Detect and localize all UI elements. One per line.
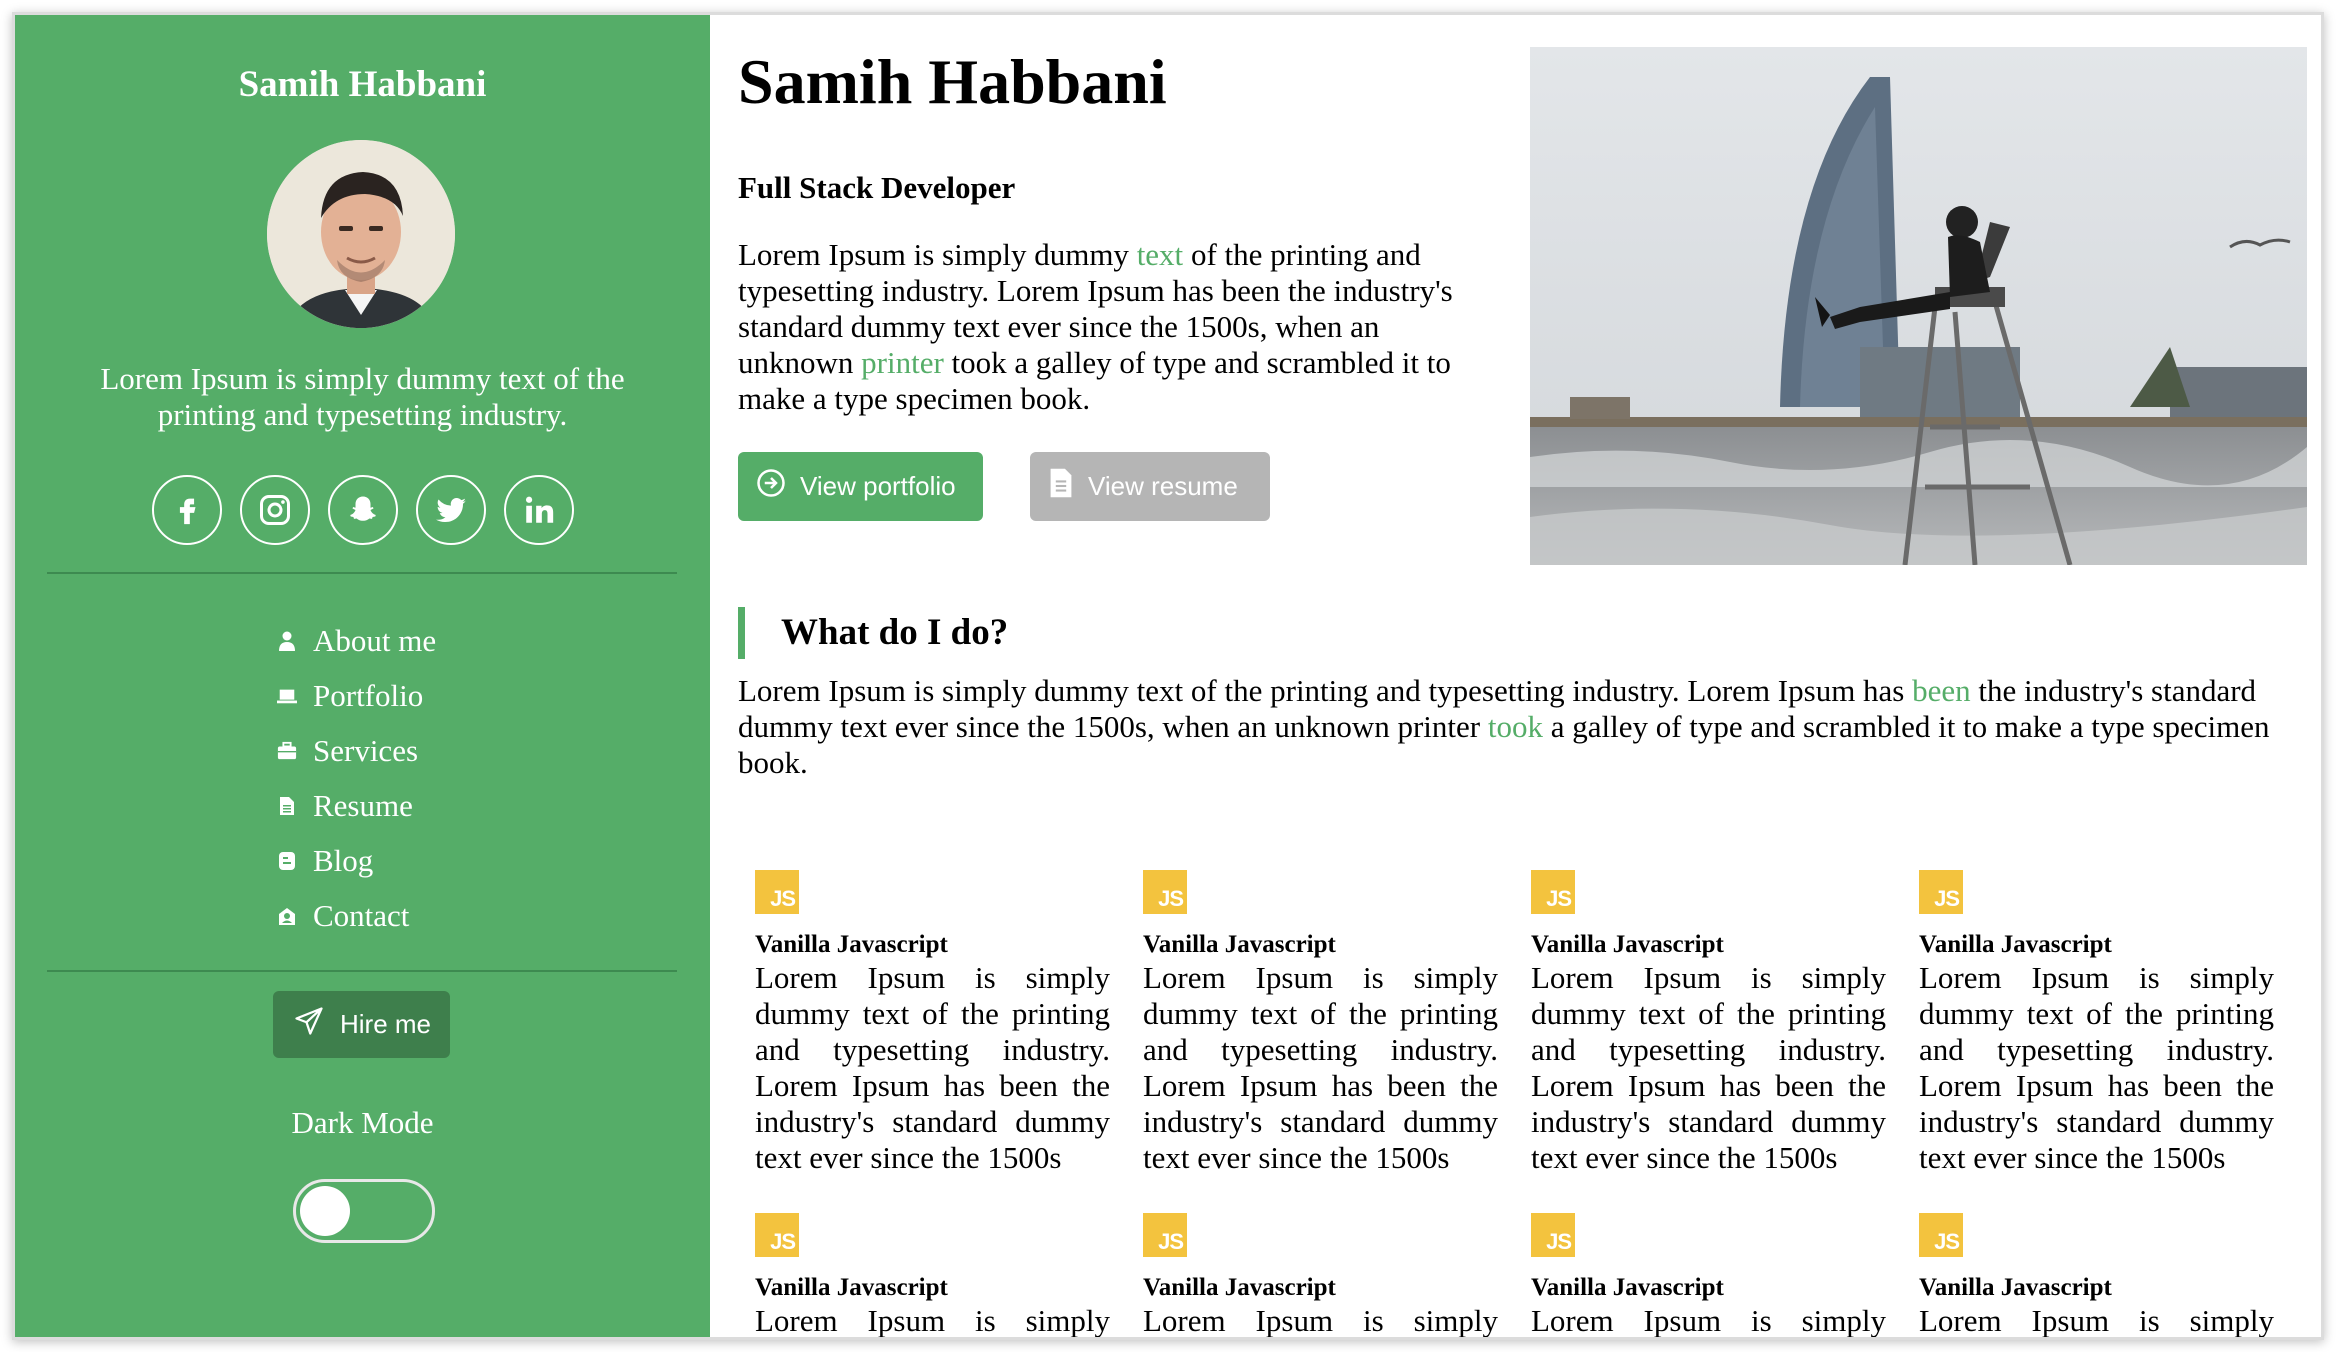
card-text: Lorem Ipsum is simply dummy text of the … — [755, 960, 1110, 1175]
skill-card: JS Vanilla Javascript Lorem Ipsum is sim… — [755, 870, 1110, 1176]
section-link-been[interactable]: been — [1912, 673, 1971, 708]
card-text: Lorem Ipsum is simply dummy text of the … — [1531, 960, 1886, 1175]
blog-icon — [277, 850, 297, 872]
page-title: Samih Habbani — [738, 46, 1167, 117]
skill-card: JS Vanilla Javascript Lorem Ipsum is sim… — [1919, 1213, 2274, 1338]
hero-photo — [1530, 47, 2307, 565]
card-text: Lorem Ipsum is simply — [755, 1303, 1110, 1338]
card-title: Vanilla Javascript — [1143, 931, 1336, 958]
sidebar-divider — [47, 572, 677, 574]
nav-label: Contact — [313, 897, 410, 933]
dark-mode-label: Dark Mode — [291, 1105, 434, 1140]
document-icon — [1048, 467, 1074, 506]
instagram-icon[interactable] — [239, 475, 310, 545]
linkedin-icon[interactable] — [503, 475, 574, 545]
nav-label: Blog — [313, 842, 374, 878]
javascript-icon: JS — [1531, 1213, 1575, 1257]
badge-text: JS — [1158, 1229, 1184, 1254]
intro-paragraph: Lorem Ipsum is simply dummy text of the … — [738, 237, 1498, 417]
intro-text: Lorem Ipsum is simply dummy — [738, 237, 1137, 272]
file-icon — [277, 795, 297, 817]
card-text: Lorem Ipsum is simply dummy text of the … — [1919, 960, 2274, 1175]
sidebar: Samih Habbani Lorem Ipsum is simply dumm… — [15, 15, 710, 1337]
javascript-icon: JS — [1143, 1213, 1187, 1257]
intro-link-printer[interactable]: printer — [861, 345, 944, 380]
badge-text: JS — [1158, 886, 1184, 911]
javascript-icon: JS — [1919, 870, 1963, 914]
skill-card: JS Vanilla Javascript Lorem Ipsum is sim… — [1531, 870, 1886, 1176]
badge-text: JS — [1546, 1229, 1572, 1254]
sidebar-divider — [47, 970, 677, 972]
javascript-icon: JS — [1531, 870, 1575, 914]
intro-link-text[interactable]: text — [1137, 237, 1184, 272]
sidebar-tagline: Lorem Ipsum is simply dummy text of the … — [100, 361, 625, 432]
javascript-icon: JS — [1143, 870, 1187, 914]
card-title: Vanilla Javascript — [1919, 931, 2112, 958]
section-heading: What do I do? — [738, 607, 1008, 659]
nav-item-services[interactable]: Services — [277, 723, 436, 778]
card-text: Lorem Ipsum is simply — [1143, 1303, 1498, 1338]
skill-card: JS Vanilla Javascript Lorem Ipsum is sim… — [1143, 1213, 1498, 1338]
card-title: Vanilla Javascript — [1531, 1274, 1724, 1301]
job-role: Full Stack Developer — [738, 170, 1016, 205]
card-title: Vanilla Javascript — [755, 931, 948, 958]
javascript-icon: JS — [1919, 1213, 1963, 1257]
arrow-circle-icon — [756, 468, 786, 505]
section-text: Lorem Ipsum is simply dummy text of the … — [738, 673, 1913, 708]
section-link-took[interactable]: took — [1488, 709, 1543, 744]
nav-label: About me — [313, 622, 437, 658]
dark-mode-toggle[interactable] — [293, 1179, 435, 1243]
view-portfolio-button[interactable]: View portfolio — [738, 452, 983, 521]
section-paragraph: Lorem Ipsum is simply dummy text of the … — [738, 673, 2308, 781]
javascript-icon: JS — [755, 1213, 799, 1257]
sidebar-nav: About me Portfolio Services Resume Blog … — [277, 613, 436, 943]
skill-card: JS Vanilla Javascript Lorem Ipsum is sim… — [1143, 870, 1498, 1176]
card-title: Vanilla Javascript — [755, 1274, 948, 1301]
skill-card: JS Vanilla Javascript Lorem Ipsum is sim… — [755, 1213, 1110, 1338]
send-icon — [292, 1006, 326, 1043]
card-title: Vanilla Javascript — [1143, 1274, 1336, 1301]
twitter-icon[interactable] — [415, 475, 486, 545]
javascript-icon: JS — [755, 870, 799, 914]
laptop-icon — [277, 685, 297, 707]
card-text: Lorem Ipsum is simply — [1919, 1303, 2274, 1338]
skill-card: JS Vanilla Javascript Lorem Ipsum is sim… — [1531, 1213, 1886, 1338]
badge-text: JS — [1934, 886, 1960, 911]
nav-label: Services — [313, 732, 419, 768]
nav-item-blog[interactable]: Blog — [277, 833, 436, 888]
snapchat-icon[interactable] — [327, 475, 398, 545]
badge-text: JS — [770, 886, 796, 911]
nav-label: Resume — [313, 787, 413, 823]
badge-text: JS — [1934, 1229, 1960, 1254]
card-text: Lorem Ipsum is simply — [1531, 1303, 1886, 1338]
badge-text: JS — [1546, 886, 1572, 911]
sidebar-name: Samih Habbani — [238, 64, 487, 105]
view-portfolio-label: View portfolio — [800, 471, 956, 501]
view-resume-button[interactable]: View resume — [1030, 452, 1270, 521]
badge-text: JS — [770, 1229, 796, 1254]
avatar — [267, 140, 455, 328]
view-resume-label: View resume — [1088, 471, 1238, 501]
social-links — [15, 475, 710, 545]
card-title: Vanilla Javascript — [1919, 1274, 2112, 1301]
skill-card: JS Vanilla Javascript Lorem Ipsum is sim… — [1919, 870, 2274, 1176]
facebook-icon[interactable] — [151, 475, 222, 545]
nav-item-contact[interactable]: Contact — [277, 888, 436, 943]
card-text: Lorem Ipsum is simply dummy text of the … — [1143, 960, 1498, 1175]
nav-item-resume[interactable]: Resume — [277, 778, 436, 833]
nav-item-about[interactable]: About me — [277, 613, 436, 668]
nav-item-portfolio[interactable]: Portfolio — [277, 668, 436, 723]
briefcase-icon — [277, 740, 297, 762]
main-content: Samih Habbani Full Stack Developer Lorem… — [710, 15, 2321, 1337]
toggle-knob — [300, 1186, 350, 1236]
nav-label: Portfolio — [313, 677, 424, 713]
hire-me-button[interactable]: Hire me — [273, 991, 450, 1058]
page-frame: Samih Habbani Lorem Ipsum is simply dumm… — [12, 12, 2324, 1340]
card-title: Vanilla Javascript — [1531, 931, 1724, 958]
contact-icon — [277, 905, 297, 927]
hire-me-label: Hire me — [339, 1009, 431, 1039]
user-icon — [277, 630, 297, 652]
